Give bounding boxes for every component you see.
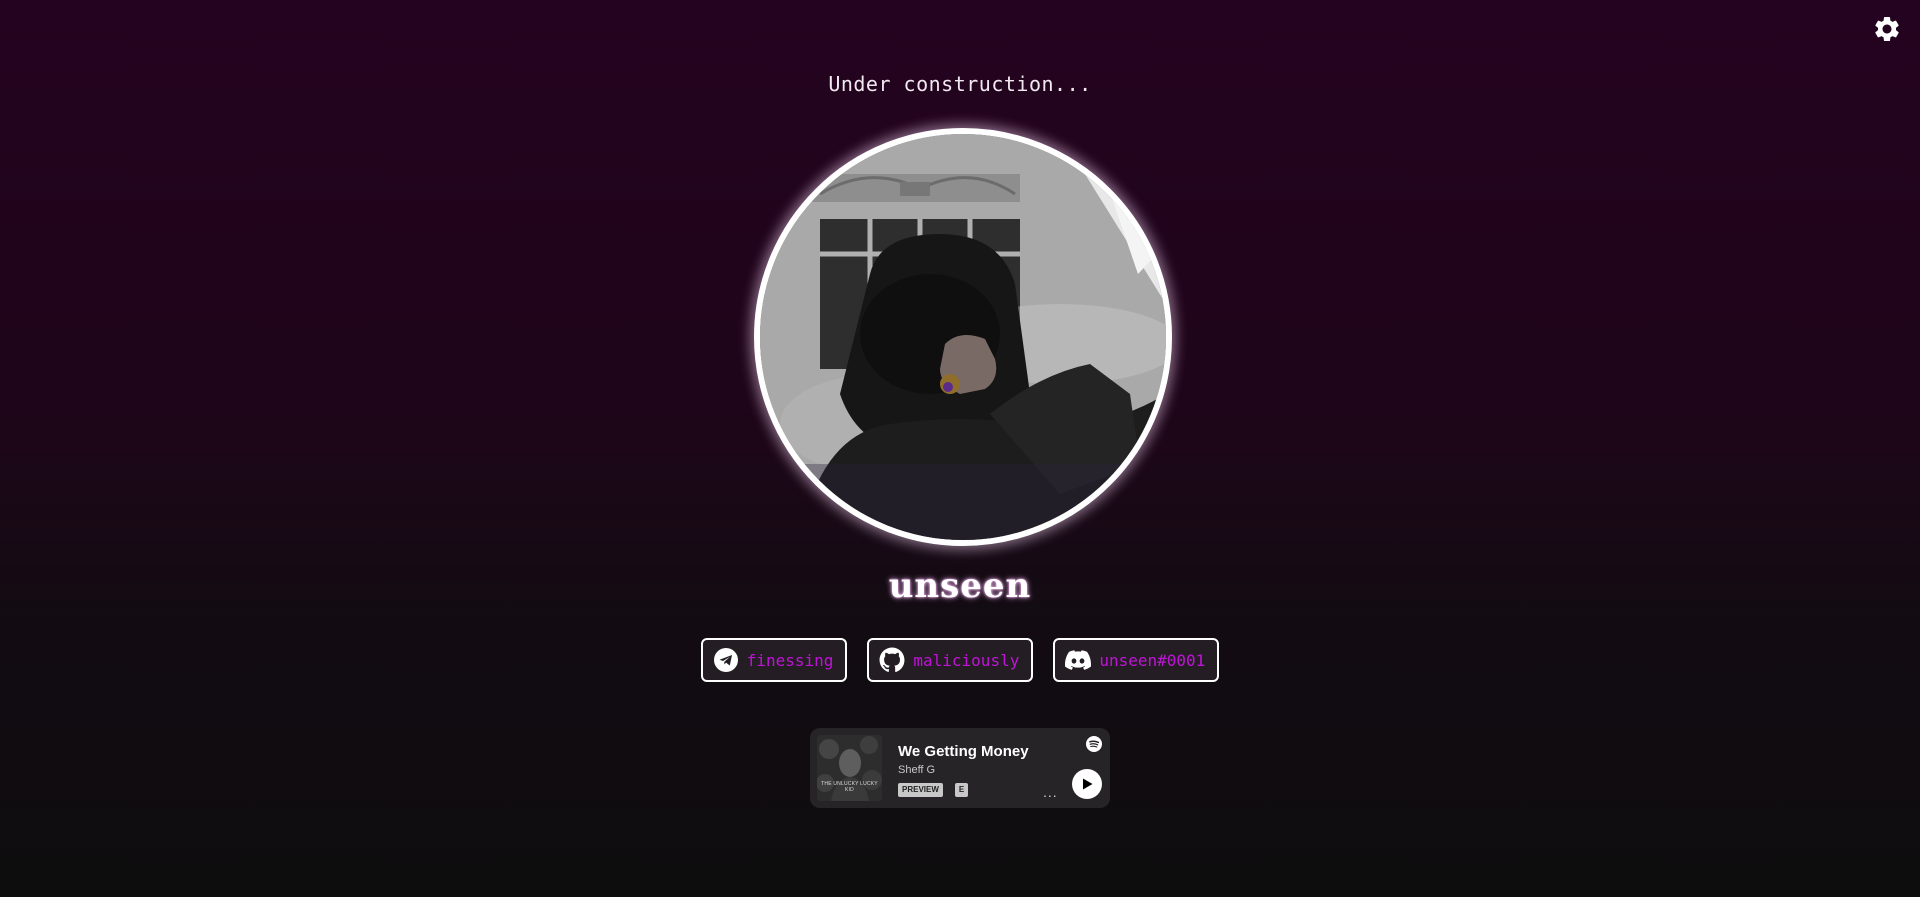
preview-badge: PREVIEW [898,783,943,797]
telegram-link[interactable]: finessing [700,638,848,682]
avatar [754,128,1172,546]
play-button[interactable] [1072,769,1102,799]
discord-link[interactable]: unseen#0001 [1053,638,1220,682]
discord-icon [1065,647,1092,673]
gear-icon [1875,16,1899,41]
github-label: maliciously [913,650,1020,670]
settings-button[interactable] [1872,14,1902,44]
discord-label: unseen#0001 [1099,650,1206,670]
explicit-badge: E [955,783,968,797]
telegram-icon [713,647,739,673]
social-links: finessing maliciously unseen#0001 [0,638,1920,682]
spotify-icon[interactable] [1086,736,1102,752]
play-icon [1083,778,1093,790]
more-icon[interactable]: ... [1043,784,1058,800]
spotify-player: THE UNLUCKY LUCKY KID We Getting Money S… [810,728,1110,808]
album-art: THE UNLUCKY LUCKY KID [817,735,882,801]
track-artist[interactable]: Sheff G [898,764,935,776]
username: unseen [888,566,1032,606]
status-text: Under construction... [828,72,1092,96]
track-title[interactable]: We Getting Money [898,743,1029,760]
github-icon [879,647,905,673]
telegram-label: finessing [746,650,834,670]
github-link[interactable]: maliciously [867,638,1034,682]
album-title-text: THE UNLUCKY LUCKY KID [821,781,878,793]
